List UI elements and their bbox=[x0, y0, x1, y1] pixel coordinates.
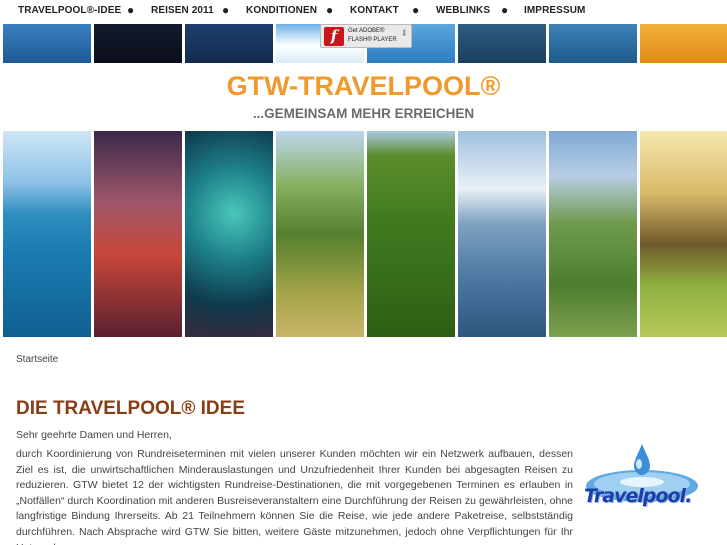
thumbnail-image[interactable] bbox=[185, 24, 273, 63]
nav-link-konditionen[interactable]: KONDITIONEN bbox=[246, 5, 317, 16]
glacier-lake-image-panel bbox=[458, 131, 546, 337]
flash-badge-line1: Get ADOBE® bbox=[348, 28, 385, 34]
savanna-tree-image-panel bbox=[640, 131, 727, 337]
download-arrow-icon: ⬇ bbox=[400, 28, 408, 38]
get-flash-player-button[interactable]: f Get ADOBE® FLASH® PLAYER ⬇ bbox=[320, 24, 412, 48]
thumbnail-image[interactable] bbox=[458, 24, 546, 63]
travelpool-logo: Travelpool. bbox=[584, 440, 700, 512]
thumbnail-image[interactable] bbox=[94, 24, 182, 63]
page-heading: DIE TRAVELPOOL® IDEE bbox=[16, 398, 246, 419]
countryside-image-panel bbox=[276, 131, 364, 337]
thumbnail-image[interactable] bbox=[3, 24, 91, 63]
sea-image-panel bbox=[3, 131, 91, 337]
flash-badge-line2: FLASH® PLAYER bbox=[348, 37, 397, 43]
nav-link-kontakt[interactable]: KONTAKT bbox=[350, 5, 399, 16]
nav-link-reisen-2011[interactable]: REISEN 2011 bbox=[151, 5, 214, 16]
nav-link-travelpool-idee[interactable]: TRAVELPOOL®-IDEE bbox=[18, 5, 121, 16]
nav-separator: ● bbox=[127, 3, 135, 17]
nav-separator: ● bbox=[222, 3, 230, 17]
nav-link-weblinks[interactable]: WEBLINKS bbox=[436, 5, 490, 16]
site-subtitle: ...GEMEINSAM MEHR ERREICHEN bbox=[252, 106, 475, 121]
vineyard-image-panel bbox=[367, 131, 455, 337]
city-night-image-panel bbox=[94, 131, 182, 337]
nav-separator: ● bbox=[326, 3, 334, 17]
nav-separator: ● bbox=[412, 3, 420, 17]
coastal-meadow-image-panel bbox=[549, 131, 637, 337]
coral-reef-image-panel bbox=[185, 131, 273, 337]
thumbnail-image[interactable] bbox=[549, 24, 637, 63]
logo-wordmark: Travelpool. bbox=[584, 485, 692, 507]
destination-image-strip bbox=[0, 131, 727, 337]
flash-icon: f bbox=[324, 27, 344, 46]
breadcrumb[interactable]: Startseite bbox=[16, 354, 58, 365]
top-navigation: TRAVELPOOL®-IDEE ● REISEN 2011 ● KONDITI… bbox=[0, 0, 727, 22]
greeting-text: Sehr geehrte Damen und Herren, bbox=[16, 429, 172, 441]
intro-paragraph: durch Koordinierung von Rundreisetermine… bbox=[16, 448, 573, 545]
nav-link-impressum[interactable]: IMPRESSUM bbox=[524, 5, 585, 16]
nav-separator: ● bbox=[501, 3, 509, 17]
thumbnail-image[interactable] bbox=[640, 24, 727, 63]
site-title: GTW-TRAVELPOOL® bbox=[226, 71, 501, 101]
